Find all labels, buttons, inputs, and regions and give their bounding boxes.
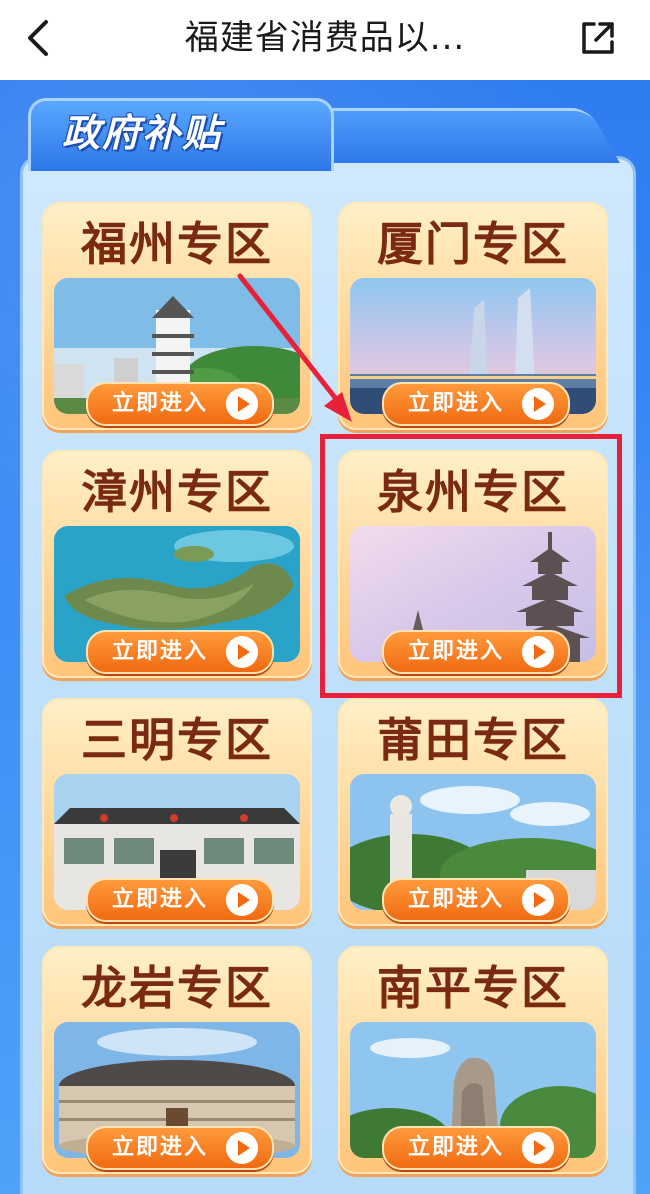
section-title: 政府补贴	[62, 111, 223, 155]
card-title: 莆田专区	[377, 713, 569, 767]
card-title: 龙岩专区	[81, 961, 273, 1015]
card-fuzhou[interactable]: 福州专区 立即进入	[42, 202, 312, 430]
play-icon	[226, 636, 258, 668]
back-button[interactable]	[18, 16, 62, 60]
play-icon	[226, 1132, 258, 1164]
card-sanming[interactable]: 三明专区 立即进入	[42, 698, 312, 926]
card-title: 南平专区	[377, 961, 569, 1015]
card-zhangzhou[interactable]: 漳州专区 立即进入	[42, 450, 312, 678]
enter-button-label: 立即进入	[112, 391, 209, 416]
enter-button-label: 立即进入	[408, 1135, 505, 1160]
enter-button[interactable]: 立即进入	[382, 878, 570, 922]
share-button[interactable]	[576, 16, 620, 60]
top-navigation-bar: 福建省消费品以...	[0, 0, 650, 80]
page-title: 福建省消费品以...	[184, 18, 466, 58]
card-putian[interactable]: 莆田专区 立即进入	[338, 698, 608, 926]
play-icon	[522, 388, 554, 420]
play-icon	[522, 884, 554, 916]
card-longyan[interactable]: 龙岩专区 立即进入	[42, 946, 312, 1174]
enter-button-label: 立即进入	[408, 887, 505, 912]
card-title: 漳州专区	[81, 465, 273, 519]
card-nanping[interactable]: 南平专区 立即进入	[338, 946, 608, 1174]
highlight-box	[320, 434, 622, 698]
enter-button[interactable]: 立即进入	[86, 382, 274, 426]
card-title: 福州专区	[81, 217, 273, 271]
chevron-left-icon	[28, 20, 48, 56]
enter-button[interactable]: 立即进入	[86, 1126, 274, 1170]
card-title: 厦门专区	[377, 217, 569, 271]
play-icon	[522, 1132, 554, 1164]
enter-button[interactable]: 立即进入	[382, 382, 570, 426]
enter-button-label: 立即进入	[112, 639, 209, 664]
enter-button-label: 立即进入	[112, 887, 209, 912]
card-title: 三明专区	[81, 713, 273, 767]
enter-button-label: 立即进入	[408, 391, 505, 416]
play-icon	[226, 388, 258, 420]
card-xiamen[interactable]: 厦门专区 立即进入	[338, 202, 608, 430]
enter-button[interactable]: 立即进入	[86, 878, 274, 922]
subsidy-page: 政府补贴 福州专区 立即进入 厦门专区 立即进入 漳州专区 立即进入 泉州专区 …	[0, 80, 650, 1194]
enter-button[interactable]: 立即进入	[86, 630, 274, 674]
enter-button[interactable]: 立即进入	[382, 1126, 570, 1170]
external-link-icon	[582, 22, 614, 54]
enter-button-label: 立即进入	[112, 1135, 209, 1160]
play-icon	[226, 884, 258, 916]
